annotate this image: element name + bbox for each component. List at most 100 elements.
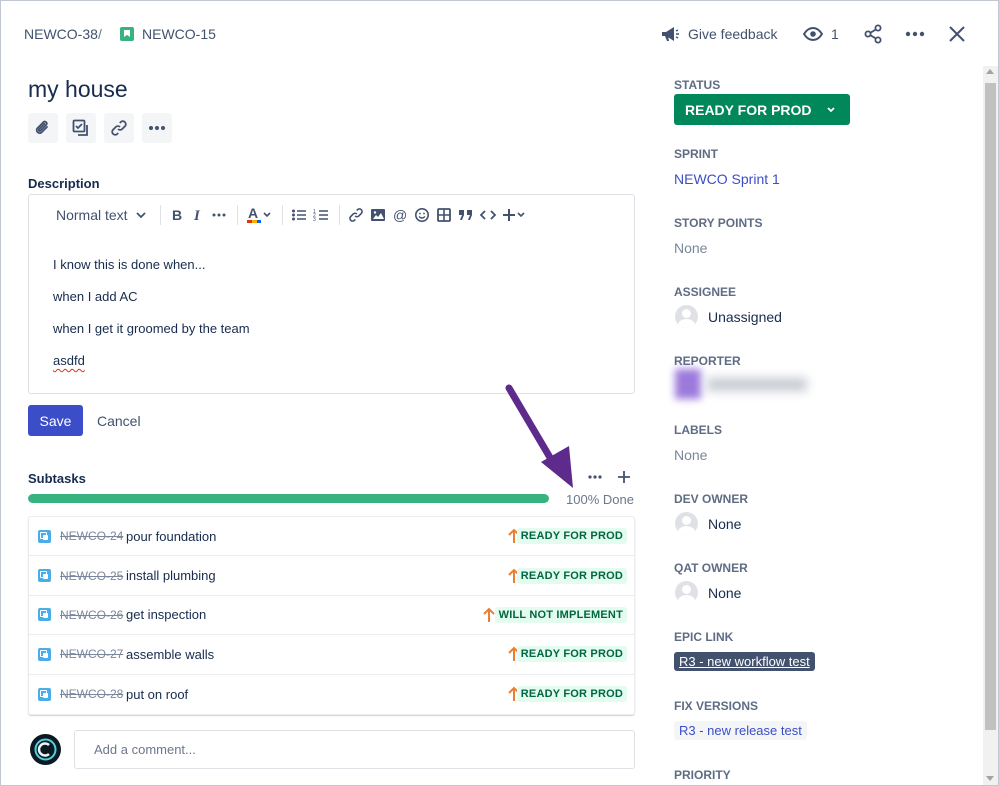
reporter-redacted[interactable] <box>675 369 813 399</box>
subtask-status-badge[interactable]: READY FOR PROD <box>516 567 627 584</box>
cancel-button[interactable]: Cancel <box>97 413 141 429</box>
link-issue-button[interactable] <box>104 113 134 143</box>
code-button[interactable] <box>479 203 496 227</box>
emoji-button[interactable] <box>414 203 430 227</box>
subtask-row[interactable]: NEWCO-25 install plumbing READY FOR PROD <box>29 556 634 596</box>
quote-icon <box>458 210 472 220</box>
subtask-key[interactable]: NEWCO-24 <box>60 529 123 543</box>
subtask-type-icon <box>38 687 51 701</box>
toolbar-divider <box>281 205 283 225</box>
assignee-field[interactable]: Unassigned <box>675 305 782 328</box>
subtask-key[interactable]: NEWCO-28 <box>60 687 123 701</box>
svg-text:B: B <box>172 207 182 223</box>
give-feedback-button[interactable]: Give feedback <box>660 22 778 46</box>
italic-icon: I <box>193 208 201 223</box>
breadcrumb-issue-link[interactable]: NEWCO-15 <box>142 26 216 42</box>
bullet-list-icon <box>291 209 306 221</box>
subtask-status-badge[interactable]: WILL NOT IMPLEMENT <box>494 606 627 623</box>
chevron-down-icon <box>517 212 525 218</box>
description-editor[interactable]: Normal text B I A 123 @ I know this is d… <box>28 194 635 394</box>
create-subtask-button[interactable] <box>66 113 96 143</box>
subtask-key[interactable]: NEWCO-26 <box>60 608 123 622</box>
insert-image-button[interactable] <box>370 203 386 227</box>
sprint-link[interactable]: NEWCO Sprint 1 <box>674 171 780 187</box>
priority-medium-icon <box>483 607 495 622</box>
subtask-key[interactable]: NEWCO-27 <box>60 647 123 661</box>
subtask-type-icon <box>38 569 51 583</box>
subtask-summary[interactable]: assemble walls <box>126 647 214 662</box>
story-points-label: STORY POINTS <box>674 216 763 230</box>
add-subtask-button[interactable] <box>616 469 632 488</box>
toolbar-divider <box>236 205 238 225</box>
status-value: READY FOR PROD <box>685 101 812 118</box>
epic-link-label: EPIC LINK <box>674 630 734 644</box>
scroll-down-arrow-icon[interactable] <box>986 776 994 781</box>
subtask-status-badge[interactable]: READY FOR PROD <box>516 646 627 663</box>
details-scrollbar[interactable] <box>983 66 998 785</box>
subtask-row[interactable]: NEWCO-26 get inspection WILL NOT IMPLEME… <box>29 596 634 636</box>
bullet-list-button[interactable] <box>291 203 307 227</box>
give-feedback-label: Give feedback <box>688 26 778 42</box>
subtask-type-icon <box>38 647 51 661</box>
subtask-row[interactable]: NEWCO-24 pour foundation READY FOR PROD <box>29 517 634 557</box>
description-paragraph: when I add AC <box>53 289 138 304</box>
subtask-summary[interactable]: install plumbing <box>126 568 216 583</box>
close-button[interactable] <box>948 22 966 46</box>
comment-input[interactable]: Add a comment... <box>74 730 635 769</box>
insert-link-button[interactable] <box>348 203 364 227</box>
epic-link-tag[interactable]: R3 - new workflow test <box>674 652 815 671</box>
attach-button[interactable] <box>28 113 58 143</box>
dev-owner-field[interactable]: None <box>675 512 741 535</box>
numbered-list-button[interactable]: 123 <box>313 203 329 227</box>
subtask-row[interactable]: NEWCO-27 assemble walls READY FOR PROD <box>29 635 634 675</box>
description-label: Description <box>28 176 100 191</box>
more-quick-actions-button[interactable] <box>142 113 172 143</box>
save-button[interactable]: Save <box>28 405 83 436</box>
watch-button[interactable]: 1 <box>803 22 839 46</box>
subtask-status-badge[interactable]: READY FOR PROD <box>516 528 627 545</box>
more-actions-button[interactable] <box>905 22 925 46</box>
priority-label: PRIORITY <box>674 768 731 782</box>
story-icon <box>120 27 134 41</box>
subtask-key[interactable]: NEWCO-25 <box>60 569 123 583</box>
subtask-row[interactable]: NEWCO-28 put on roof READY FOR PROD <box>29 675 634 714</box>
bold-button[interactable]: B <box>169 203 185 227</box>
current-user-avatar[interactable] <box>30 734 61 765</box>
subtask-icon <box>72 119 88 136</box>
progress-text: 100% Done <box>566 492 634 507</box>
insert-more-button[interactable] <box>502 203 526 227</box>
mention-button[interactable]: @ <box>392 203 408 227</box>
editor-content[interactable]: I know this is done when... when I add A… <box>53 257 250 385</box>
qat-owner-field[interactable]: None <box>675 581 741 604</box>
issue-title[interactable]: my house <box>28 76 128 103</box>
subtasks-label: Subtasks <box>28 471 86 486</box>
italic-button[interactable]: I <box>191 203 205 227</box>
subtask-summary[interactable]: get inspection <box>126 607 206 622</box>
ellipsis-icon <box>588 475 602 479</box>
plus-icon <box>618 471 630 483</box>
breadcrumb-parent-link[interactable]: NEWCO-38 <box>24 26 98 42</box>
text-style-dropdown[interactable]: Normal text <box>56 203 148 227</box>
subtask-summary[interactable]: pour foundation <box>126 529 216 544</box>
svg-text:@: @ <box>393 207 407 223</box>
link-icon <box>348 208 363 222</box>
more-formatting-button[interactable] <box>211 203 227 227</box>
description-paragraph: I know this is done when... <box>53 257 206 272</box>
subtask-summary[interactable]: put on roof <box>126 687 188 702</box>
quote-button[interactable] <box>458 203 474 227</box>
share-button[interactable] <box>863 22 883 46</box>
story-points-value[interactable]: None <box>674 240 707 256</box>
labels-label: LABELS <box>674 423 722 437</box>
issue-header: NEWCO-38 / NEWCO-15 Give feedback 1 <box>0 0 999 70</box>
plus-icon <box>502 209 515 221</box>
fix-version-tag[interactable]: R3 - new release test <box>674 721 807 740</box>
table-button[interactable] <box>436 203 452 227</box>
scroll-thumb[interactable] <box>985 83 996 730</box>
status-dropdown[interactable]: READY FOR PROD <box>674 94 850 125</box>
scroll-up-arrow-icon[interactable] <box>986 69 994 74</box>
labels-value[interactable]: None <box>674 447 707 463</box>
text-color-button[interactable]: A <box>246 203 272 227</box>
subtasks-more-button[interactable] <box>587 469 603 488</box>
subtask-status-badge[interactable]: READY FOR PROD <box>516 686 627 703</box>
progress-fill <box>28 494 549 503</box>
